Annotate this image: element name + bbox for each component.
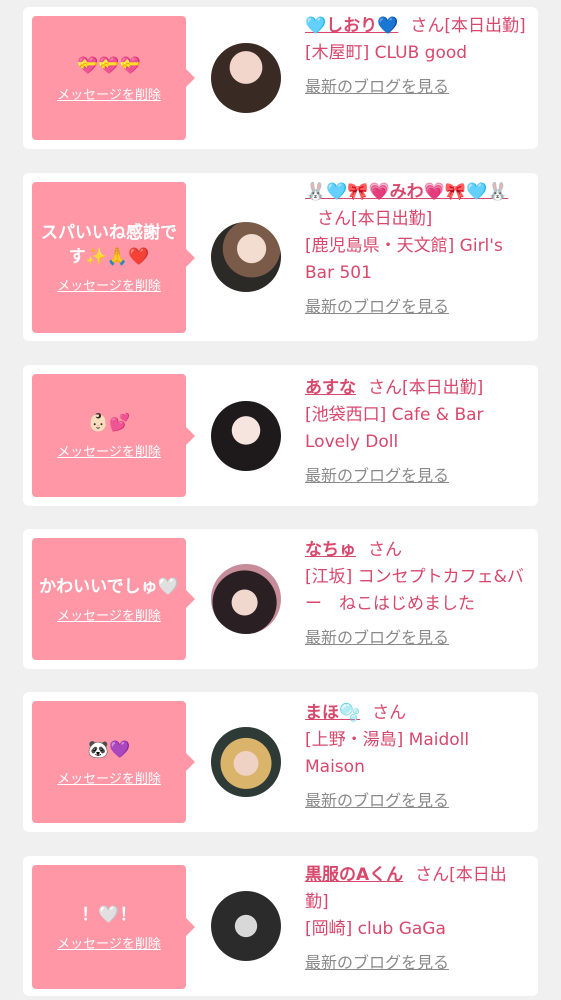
delete-message-link[interactable]: メッセージを削除	[57, 275, 161, 294]
avatar[interactable]	[211, 727, 281, 797]
avatar[interactable]	[211, 891, 281, 961]
message-text: 🐼💜	[87, 739, 131, 760]
status-text: [本日出勤]	[402, 378, 484, 398]
sender-info: 黒服のAくん さん[本日出勤] [岡崎] club GaGa 最新のブログを見る	[305, 862, 530, 976]
message-text: 💝💝💝	[77, 55, 141, 76]
message-bubble: スパいいね感謝です✨🙏❤️ メッセージを削除	[32, 182, 195, 333]
message-text: ！🤍！	[81, 904, 137, 925]
message-bubble: 💝💝💝 メッセージを削除	[32, 16, 195, 140]
sender-name-link[interactable]: 🩵しおり💙	[305, 16, 398, 36]
message-text: スパいいね感謝です✨🙏❤️	[41, 223, 177, 267]
status-text: [本日出勤]	[444, 16, 526, 36]
message-card: スパいいね感謝です✨🙏❤️ メッセージを削除 🐰🩵🎀💗みわ💗🎀🩵🐰 さん[本日出勤…	[23, 173, 538, 341]
latest-blog-link[interactable]: 最新のブログを見る	[305, 624, 530, 651]
sender-name-link[interactable]: 🐰🩵🎀💗みわ💗🎀🩵🐰	[305, 182, 508, 202]
delete-message-link[interactable]: メッセージを削除	[57, 768, 161, 787]
sender-info: なちゅ さん [江坂] コンセプトカフェ&バー ねこはじめました 最新のブログを見…	[305, 537, 530, 651]
honorific: さん	[368, 378, 402, 398]
avatar[interactable]	[211, 43, 281, 113]
delete-message-link[interactable]: メッセージを削除	[57, 441, 161, 460]
sender-info: 🐰🩵🎀💗みわ💗🎀🩵🐰 さん[本日出勤] [鹿児島県・天文館] Girl's Bar…	[305, 179, 530, 320]
shop-name: [上野・湯島] Maidoll Maison	[305, 730, 470, 777]
message-bubble: 👶🏻💕 メッセージを削除	[32, 374, 195, 497]
message-card: 🐼💜 メッセージを削除 まほ🫧 さん [上野・湯島] Maidoll Maison…	[23, 692, 538, 832]
message-text: かわいいでしゅ🤍	[39, 576, 179, 597]
message-card: ！🤍！ メッセージを削除 黒服のAくん さん[本日出勤] [岡崎] club Ga…	[23, 856, 538, 996]
honorific: さん	[317, 209, 351, 229]
status-text: [本日出勤]	[351, 209, 433, 229]
delete-message-link[interactable]: メッセージを削除	[57, 84, 161, 103]
shop-name: [鹿児島県・天文館] Girl's Bar 501	[305, 236, 503, 283]
sender-name-link[interactable]: まほ🫧	[305, 703, 360, 723]
shop-name: [池袋西口] Cafe & Bar Lovely Doll	[305, 405, 484, 452]
message-card: 👶🏻💕 メッセージを削除 あすな さん[本日出勤] [池袋西口] Cafe & B…	[23, 365, 538, 506]
avatar[interactable]	[211, 401, 281, 471]
shop-name: [岡崎] club GaGa	[305, 919, 446, 939]
sender-name-link[interactable]: あすな	[305, 378, 356, 398]
avatar[interactable]	[211, 222, 281, 292]
honorific: さん	[368, 540, 402, 560]
sender-info: まほ🫧 さん [上野・湯島] Maidoll Maison 最新のブログを見る	[305, 700, 530, 814]
sender-info: あすな さん[本日出勤] [池袋西口] Cafe & Bar Lovely Dol…	[305, 375, 530, 489]
latest-blog-link[interactable]: 最新のブログを見る	[305, 293, 530, 320]
sender-info: 🩵しおり💙 さん[本日出勤] [木屋町] CLUB good 最新のブログを見る	[305, 13, 530, 100]
honorific: さん	[415, 865, 450, 885]
delete-message-link[interactable]: メッセージを削除	[57, 933, 161, 952]
delete-message-link[interactable]: メッセージを削除	[57, 605, 161, 624]
shop-name: [江坂] コンセプトカフェ&バー ねこはじめました	[305, 567, 524, 614]
avatar[interactable]	[211, 564, 281, 634]
sender-name-link[interactable]: なちゅ	[305, 540, 356, 560]
shop-name: [木屋町] CLUB good	[305, 43, 468, 63]
latest-blog-link[interactable]: 最新のブログを見る	[305, 787, 530, 814]
message-card: かわいいでしゅ🤍 メッセージを削除 なちゅ さん [江坂] コンセプトカフェ&バー…	[23, 529, 538, 669]
message-card: 💝💝💝 メッセージを削除 🩵しおり💙 さん[本日出勤] [木屋町] CLUB go…	[23, 7, 538, 149]
message-bubble: ！🤍！ メッセージを削除	[32, 865, 195, 989]
honorific: さん	[372, 703, 407, 723]
latest-blog-link[interactable]: 最新のブログを見る	[305, 462, 530, 489]
sender-name-link[interactable]: 黒服のAくん	[305, 865, 403, 885]
message-bubble: 🐼💜 メッセージを削除	[32, 701, 195, 823]
latest-blog-link[interactable]: 最新のブログを見る	[305, 949, 530, 976]
latest-blog-link[interactable]: 最新のブログを見る	[305, 73, 530, 100]
honorific: さん	[410, 16, 445, 36]
message-text: 👶🏻💕	[87, 413, 131, 433]
message-bubble: かわいいでしゅ🤍 メッセージを削除	[32, 538, 195, 660]
